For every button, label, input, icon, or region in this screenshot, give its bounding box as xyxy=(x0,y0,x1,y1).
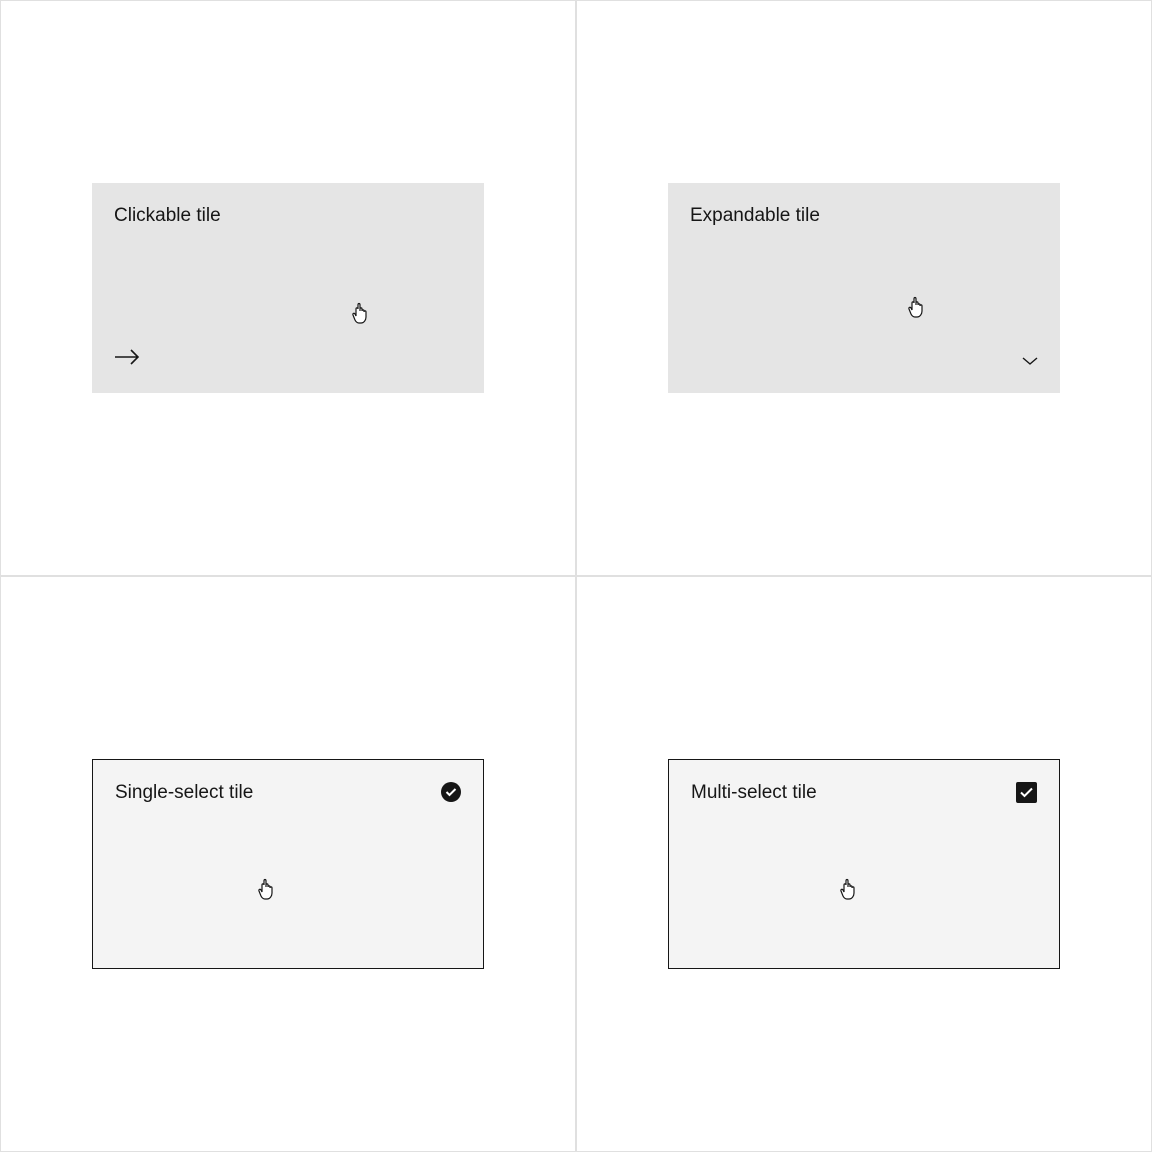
quadrant-multi-select: Multi-select tile xyxy=(576,576,1152,1152)
single-select-tile-title: Single-select tile xyxy=(115,782,461,804)
expandable-tile[interactable]: Expandable tile xyxy=(668,183,1060,393)
single-select-tile[interactable]: Single-select tile xyxy=(92,759,484,969)
chevron-down-icon xyxy=(1022,353,1038,371)
quadrant-expandable: Expandable tile xyxy=(576,0,1152,576)
clickable-tile-title: Clickable tile xyxy=(114,205,462,227)
arrow-right-icon xyxy=(114,348,140,371)
clickable-tile[interactable]: Clickable tile xyxy=(92,183,484,393)
pointer-cursor-icon xyxy=(839,877,861,906)
multi-select-tile[interactable]: Multi-select tile xyxy=(668,759,1060,969)
checkbox-checked-icon xyxy=(1016,782,1037,808)
quadrant-single-select: Single-select tile xyxy=(0,576,576,1152)
quadrant-clickable: Clickable tile xyxy=(0,0,576,576)
checkmark-filled-icon xyxy=(441,782,461,807)
expandable-tile-title: Expandable tile xyxy=(690,205,1038,227)
pointer-cursor-icon xyxy=(257,877,279,906)
pointer-cursor-icon xyxy=(907,295,929,324)
multi-select-tile-title: Multi-select tile xyxy=(691,782,1037,804)
pointer-cursor-icon xyxy=(351,301,373,330)
